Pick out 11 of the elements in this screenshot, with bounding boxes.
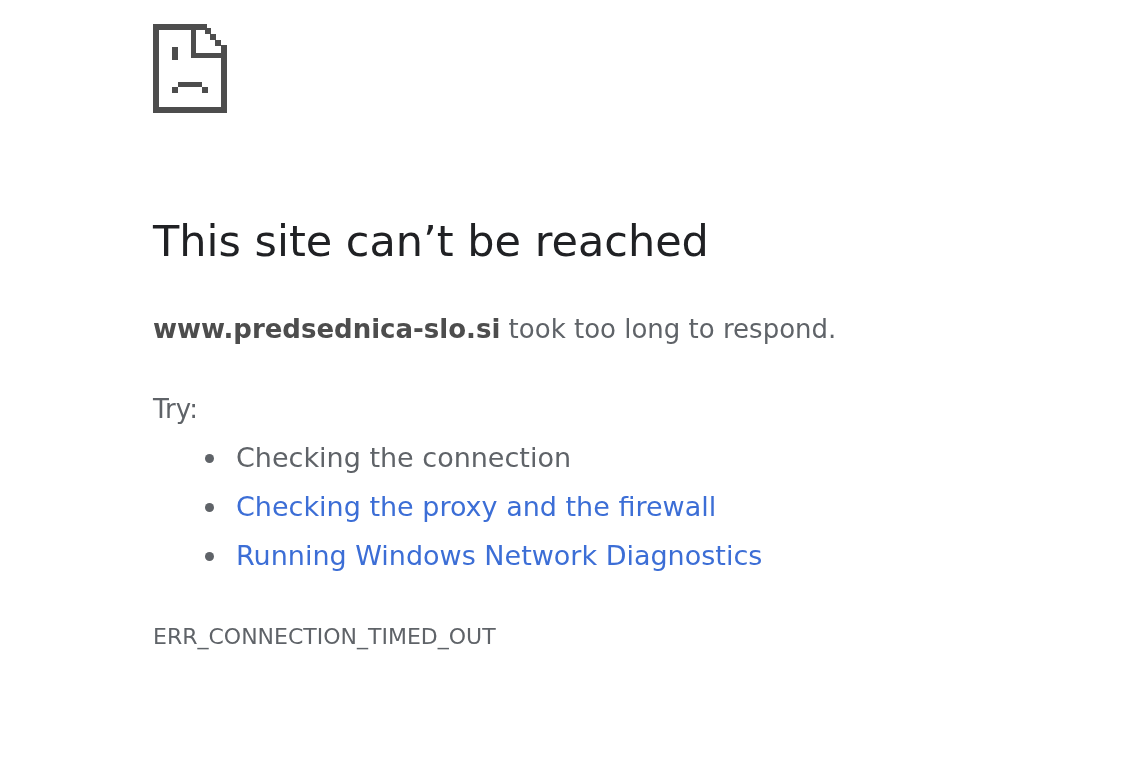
- bullet-icon: [205, 552, 214, 561]
- suggestion-text: Checking the connection: [236, 441, 572, 476]
- error-message: www.predsednica-slo.si took too long to respond.: [153, 313, 838, 346]
- bullet-icon: [205, 454, 214, 463]
- error-code: ERR_CONNECTION_TIMED_OUT: [153, 623, 497, 651]
- suggestion-link[interactable]: Running Windows Network Diagnostics: [236, 536, 763, 577]
- error-heading: This site can’t be reached: [153, 215, 710, 267]
- try-label: Try:: [153, 393, 199, 426]
- suggestion-link[interactable]: Checking the proxy and the firewall: [236, 487, 717, 528]
- sad-page-icon: [153, 24, 227, 113]
- bullet-icon: [205, 503, 214, 512]
